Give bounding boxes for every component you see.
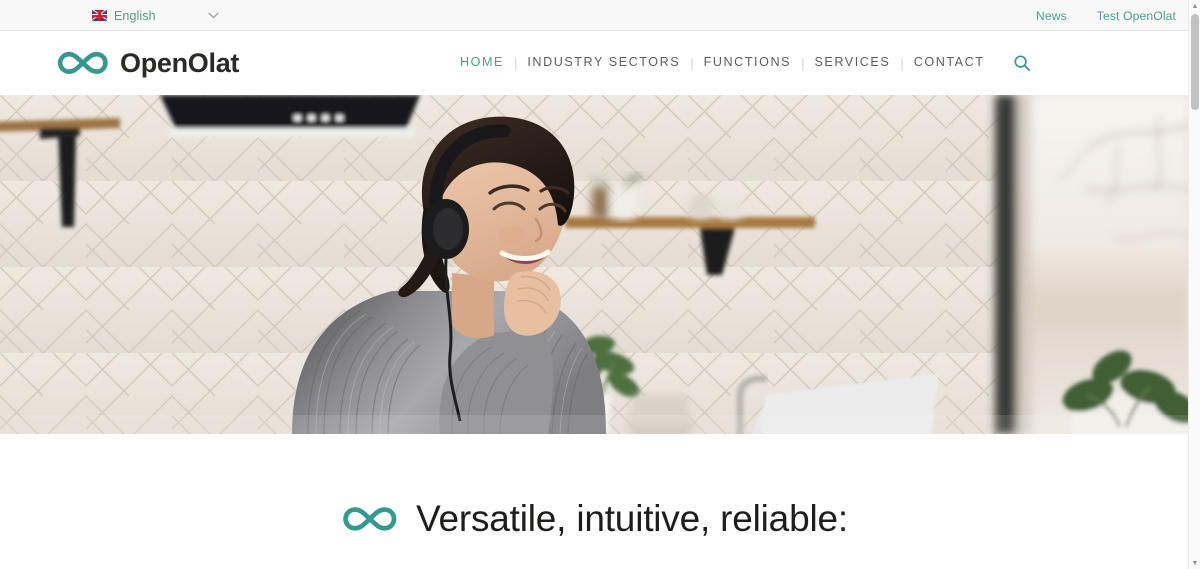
language-chevron-down-icon[interactable] [208,0,219,31]
infinity-icon [57,51,108,74]
hero-image [0,95,1188,434]
search-icon[interactable] [1011,52,1033,74]
browser-page: English News Test OpenOlat OpenOlat HOME… [0,0,1200,569]
brand-name: OpenOlat [120,47,240,78]
scrollbar-thumb[interactable] [1191,14,1199,110]
test-openolat-link[interactable]: Test OpenOlat [1097,9,1176,23]
scroll-down-arrow-icon[interactable]: ▼ [1189,557,1200,569]
nav-separator: | [513,55,518,71]
headline-row: Versatile, intuitive, reliable: [0,500,1188,537]
nav-item-services[interactable]: SERVICES [814,55,890,71]
intro-section: Versatile, intuitive, reliable: [0,434,1188,569]
scroll-up-arrow-icon[interactable]: ▲ [1189,0,1200,12]
language-selector[interactable]: English [92,0,156,31]
browser-scrollbar[interactable]: ▲ ▼ [1188,0,1200,569]
utility-topbar: English News Test OpenOlat [0,0,1188,31]
headline-infinity-icon [343,506,397,531]
language-label: English [114,8,156,23]
news-link[interactable]: News [1036,9,1067,23]
nav-separator: | [801,55,805,71]
nav-item-home[interactable]: HOME [460,55,504,101]
nav-separator: | [690,55,694,71]
utility-links: News Test OpenOlat [1036,0,1188,31]
nav-item-functions[interactable]: FUNCTIONS [704,55,791,71]
nav-separator: | [900,55,904,71]
main-navigation: HOME | INDUSTRY SECTORS | FUNCTIONS | SE… [460,31,1033,101]
page-title: Versatile, intuitive, reliable: [416,498,848,539]
brand-logo[interactable]: OpenOlat [55,31,239,95]
site-header: OpenOlat HOME | INDUSTRY SECTORS | FUNCT… [0,31,1188,101]
hero-illustration [0,95,1188,434]
nav-item-industry-sectors[interactable]: INDUSTRY SECTORS [527,55,680,71]
nav-item-contact[interactable]: CONTACT [914,55,985,71]
uk-flag-icon [92,10,107,21]
